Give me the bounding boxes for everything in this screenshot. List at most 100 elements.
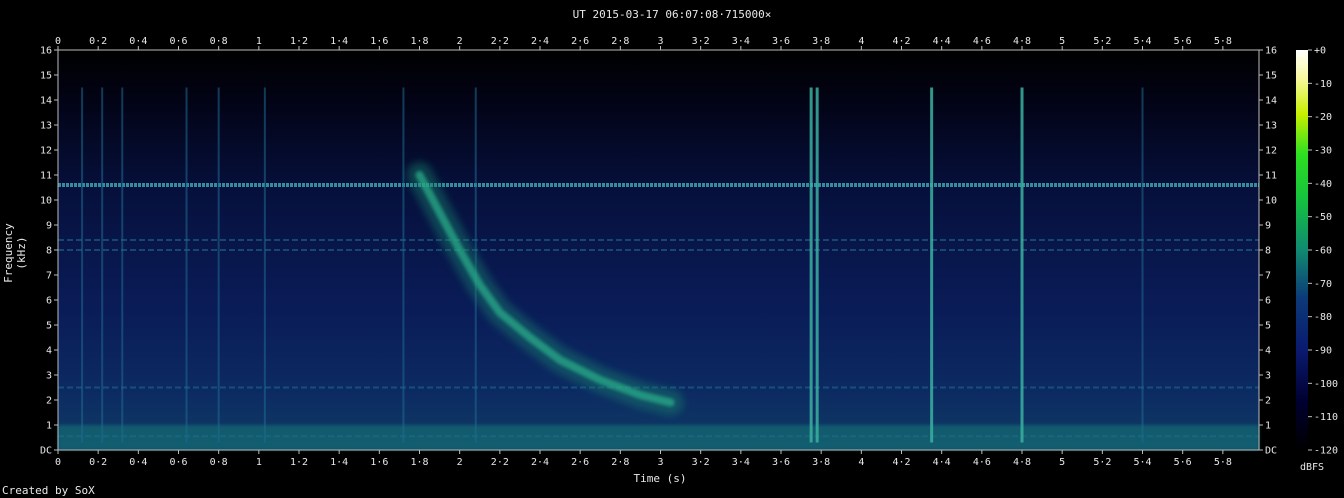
y-tick-label: 7 [46, 271, 52, 282]
x-tick-label-top: 5·4 [1133, 36, 1151, 47]
x-tick-label: 3·2 [692, 457, 710, 468]
x-tick-label: 2·4 [531, 457, 549, 468]
x-tick-label: 4·4 [933, 457, 951, 468]
colorbar-tick-label: +0 [1314, 46, 1326, 57]
y-tick-label: 6 [46, 296, 52, 307]
y-tick-label-right: 11 [1265, 171, 1277, 182]
x-tick-label-top: 1·6 [370, 36, 388, 47]
x-tick-label-top: 3·4 [732, 36, 750, 47]
y-tick-label-right: 7 [1265, 271, 1271, 282]
x-tick-label: 1 [256, 457, 262, 468]
colorbar-tick-label: -70 [1314, 279, 1332, 290]
y-tick-label-right: 14 [1265, 96, 1277, 107]
y-tick-label: 5 [46, 321, 52, 332]
colorbar-tick-label: -30 [1314, 146, 1332, 157]
x-tick-label: 4 [858, 457, 864, 468]
colorbar-tick-label: -50 [1314, 212, 1332, 223]
x-tick-label: 1·4 [330, 457, 348, 468]
x-tick-label: 5·2 [1093, 457, 1111, 468]
x-tick-label: 4·6 [973, 457, 991, 468]
x-tick-label-top: 0·2 [89, 36, 107, 47]
x-tick-label-top: 1·4 [330, 36, 348, 47]
y-tick-label-right: 15 [1265, 71, 1277, 82]
y-tick-label: 13 [40, 121, 52, 132]
y-tick-label-right: 6 [1265, 296, 1271, 307]
x-tick-label: 2 [457, 457, 463, 468]
colorbar-tick-label: -120 [1314, 446, 1338, 457]
x-tick-label-top: 4·8 [1013, 36, 1031, 47]
y-tick-label-right: 5 [1265, 321, 1271, 332]
x-tick-label: 2·8 [611, 457, 629, 468]
y-tick-label: DC [40, 446, 52, 457]
y-tick-label: 11 [40, 171, 52, 182]
x-tick-label-top: 3·2 [692, 36, 710, 47]
x-tick-label-top: 5·8 [1214, 36, 1232, 47]
x-tick-label-top: 1·8 [410, 36, 428, 47]
x-tick-label: 0·2 [89, 457, 107, 468]
x-tick-label: 0·8 [210, 457, 228, 468]
y-tick-label: 16 [40, 46, 52, 57]
x-tick-label: 1·6 [370, 457, 388, 468]
x-tick-label-top: 3·6 [772, 36, 790, 47]
x-tick-label-top: 3·8 [812, 36, 830, 47]
x-tick-label-top: 2·4 [531, 36, 549, 47]
x-tick-label: 0·4 [129, 457, 147, 468]
y-tick-label-right: 10 [1265, 196, 1277, 207]
x-tick-label-top: 1 [256, 36, 262, 47]
y-tick-label-right: DC [1265, 446, 1277, 457]
y-tick-label-right: 13 [1265, 121, 1277, 132]
x-tick-label-top: 2·8 [611, 36, 629, 47]
y-tick-label: 12 [40, 146, 52, 157]
x-tick-label: 5·6 [1174, 457, 1192, 468]
y-tick-label-right: 2 [1265, 396, 1271, 407]
colorbar-tick-label: -90 [1314, 346, 1332, 357]
x-tick-label-top: 5 [1059, 36, 1065, 47]
low-frequency-band [58, 425, 1259, 450]
x-tick-label: 3·8 [812, 457, 830, 468]
x-tick-label: 1·2 [290, 457, 308, 468]
x-tick-label-top: 5·6 [1174, 36, 1192, 47]
colorbar-tick-label: -60 [1314, 246, 1332, 257]
x-tick-label-top: 0·6 [169, 36, 187, 47]
x-tick-label-top: 3 [657, 36, 663, 47]
y-tick-label-right: 12 [1265, 146, 1277, 157]
x-tick-label-top: 4·6 [973, 36, 991, 47]
x-tick-label-top: 4 [858, 36, 864, 47]
y-tick-label: 14 [40, 96, 52, 107]
y-tick-label: 1 [46, 421, 52, 432]
x-tick-label: 3·4 [732, 457, 750, 468]
x-tick-label-top: 2·6 [571, 36, 589, 47]
colorbar-tick-label: -80 [1314, 312, 1332, 323]
x-tick-label-top: 5·2 [1093, 36, 1111, 47]
colorbar-tick-label: -100 [1314, 379, 1338, 390]
y-tick-label-right: 9 [1265, 221, 1271, 232]
y-tick-label-right: 4 [1265, 346, 1271, 357]
x-tick-label: 2·6 [571, 457, 589, 468]
y-tick-label: 4 [46, 346, 52, 357]
y-tick-label-right: 1 [1265, 421, 1271, 432]
colorbar [1296, 50, 1308, 450]
x-tick-label: 3 [657, 457, 663, 468]
x-tick-label-top: 4·4 [933, 36, 951, 47]
y-tick-label: 3 [46, 371, 52, 382]
x-tick-label: 4·2 [892, 457, 910, 468]
x-tick-label-top: 2·2 [491, 36, 509, 47]
y-tick-label: 9 [46, 221, 52, 232]
x-tick-label: 5·8 [1214, 457, 1232, 468]
y-tick-label: 2 [46, 396, 52, 407]
x-tick-label: 4·8 [1013, 457, 1031, 468]
x-tick-label: 0 [55, 457, 61, 468]
colorbar-tick-label: -10 [1314, 79, 1332, 90]
y-tick-label: 15 [40, 71, 52, 82]
x-tick-label: 5·4 [1133, 457, 1151, 468]
y-tick-label-right: 8 [1265, 246, 1271, 257]
y-tick-label-right: 16 [1265, 46, 1277, 57]
x-tick-label-top: 1·2 [290, 36, 308, 47]
colorbar-tick-label: -40 [1314, 179, 1332, 190]
x-tick-label-top: 0 [55, 36, 61, 47]
y-tick-label: 10 [40, 196, 52, 207]
spectrogram-chart: 000·20·20·40·40·60·60·80·8111·21·21·41·4… [40, 36, 1338, 468]
colorbar-tick-label: -20 [1314, 112, 1332, 123]
x-tick-label-top: 2 [457, 36, 463, 47]
x-tick-label: 3·6 [772, 457, 790, 468]
